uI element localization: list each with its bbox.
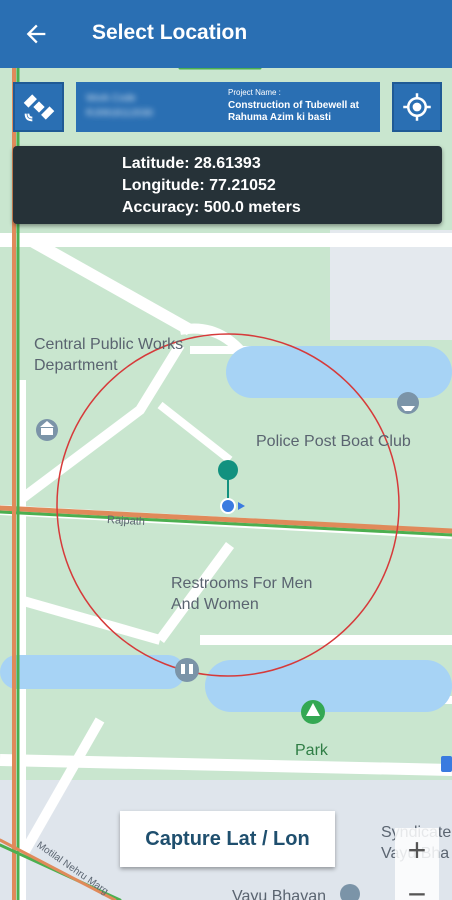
my-location-button[interactable] xyxy=(392,82,442,132)
gps-crosshair-icon xyxy=(403,93,431,121)
restroom-icon xyxy=(175,658,199,682)
zoom-in-button[interactable]: + xyxy=(395,828,439,872)
project-name-label: Project Name : xyxy=(228,88,281,97)
map-label-vayu-bhavan: Vayu Bhavan xyxy=(232,888,326,900)
satellite-icon xyxy=(23,94,54,122)
project-name: Construction of Tubewell at Rahuma Azim … xyxy=(228,100,359,123)
map-label-police-post: Police Post Boat Club xyxy=(256,433,411,450)
transit-icon xyxy=(441,756,452,772)
museum-icon xyxy=(36,419,58,441)
accuracy-text: Accuracy: 500.0 meters xyxy=(122,199,301,216)
longitude-text: Longitude: 77.21052 xyxy=(122,177,276,194)
page-title: Select Location xyxy=(92,21,248,44)
zoom-out-button[interactable]: − xyxy=(395,872,439,900)
app-bar: Select Location xyxy=(0,0,452,68)
map-label-park: Park xyxy=(295,742,328,759)
satellite-toggle-button[interactable] xyxy=(13,82,64,132)
map-label-cpwd: Central Public Works Department xyxy=(34,336,184,374)
zoom-controls: + − xyxy=(395,828,439,900)
work-code-blurred: Work Code RJ0918112030 xyxy=(86,93,154,119)
location-pin-icon[interactable] xyxy=(218,460,238,480)
current-location-dot-icon xyxy=(220,498,236,514)
coordinates-panel: Latitude: 28.61393 Longitude: 77.21052 A… xyxy=(13,146,442,224)
park-icon xyxy=(301,700,325,724)
project-info-panel: Work Code RJ0918112030 Project Name : Co… xyxy=(76,82,380,132)
latitude-text: Latitude: 28.61393 xyxy=(122,155,261,172)
boat-icon xyxy=(397,392,419,414)
capture-lat-lon-button[interactable]: Capture Lat / Lon xyxy=(120,811,335,867)
map-label-restrooms: Restrooms For Men And Women xyxy=(171,575,313,613)
back-arrow-icon[interactable] xyxy=(22,20,50,48)
map-label-rajpath: Rajpath xyxy=(106,514,146,528)
